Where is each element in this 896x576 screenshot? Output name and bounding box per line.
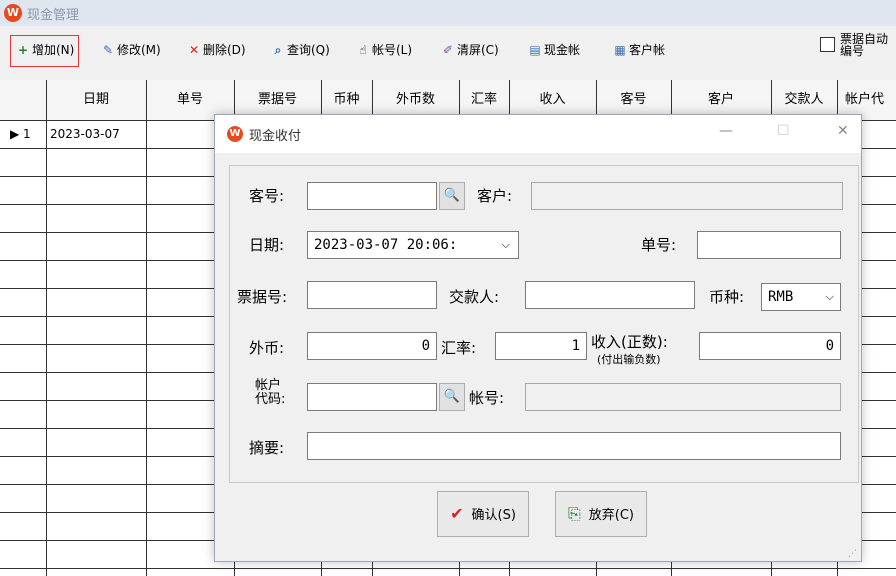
summary-label: 摘要: [249, 439, 285, 457]
foreign-input[interactable]: 0 [307, 332, 437, 360]
maximize-icon[interactable]: ☐ [777, 123, 790, 139]
clear-screen-button-label: 清屏(C) [457, 43, 499, 57]
summary-input[interactable] [307, 432, 841, 460]
edit-button[interactable]: ✎ 修改(M) [100, 35, 161, 65]
check-icon: ✔ [450, 504, 464, 523]
ledger-icon: ▤ [529, 43, 541, 57]
chevron-down-icon: ⌵ [501, 238, 510, 251]
app-title: 现金管理 [27, 8, 80, 23]
account-button[interactable]: ☝ 帐号(L) [355, 35, 412, 65]
col-header-date[interactable]: 日期 [46, 80, 147, 120]
date-picker[interactable]: 2023-03-07 20:06: ⌵ [307, 231, 519, 259]
edit-icon: ✎ [102, 43, 114, 57]
toolbar: + 增加(N) ✎ 修改(M) ✕ 删除(D) ⌕ 查询(Q) ☝ 帐号(L) ✐ 清屏(C… [0, 26, 896, 72]
customer-input[interactable] [531, 182, 843, 210]
grid-column-line [146, 120, 147, 576]
grid-icon: ▦ [614, 43, 626, 57]
customer-label: 客户: [477, 187, 513, 205]
currency-value: RMB [768, 289, 794, 305]
rate-label: 汇率: [441, 339, 477, 357]
currency-select[interactable]: RMB ⌵ [761, 283, 841, 311]
plus-icon: + [17, 43, 29, 57]
minimize-icon[interactable]: — [719, 123, 733, 139]
exit-door-icon: ⎘ [567, 504, 581, 523]
cancel-button[interactable]: ⎘ 放弃(C) [555, 491, 647, 537]
account-no-input[interactable] [525, 383, 841, 411]
row-indicator-icon: ▶ 1 [10, 127, 31, 141]
app-title-bar: W 现金管理 [0, 0, 896, 26]
currency-label: 币种: [709, 288, 745, 306]
income-input[interactable]: 0 [699, 332, 841, 360]
receipt-no-input[interactable] [307, 281, 437, 309]
delete-button-label: 删除(D) [203, 43, 246, 57]
date-value: 2023-03-07 20:06: [314, 237, 458, 253]
hand-icon: ☝ [359, 43, 367, 57]
edit-button-label: 修改(M) [117, 43, 161, 57]
clear-screen-button[interactable]: ✐ 清屏(C) [440, 35, 499, 65]
account-code-label: 帐户代码: [255, 378, 286, 407]
order-no-input[interactable] [697, 231, 841, 259]
row-date[interactable]: 2023-03-07 [50, 120, 120, 148]
cash-ledger-button[interactable]: ▤ 现金帐 [527, 35, 580, 65]
payer-input[interactable] [525, 281, 695, 309]
add-button-label: 增加(N) [32, 43, 75, 57]
receipt-no-label: 票据号: [237, 288, 288, 306]
dialog-title-bar: W 现金收付 — ☐ ✕ [215, 115, 861, 153]
app-logo-icon: W [4, 4, 22, 22]
order-no-label: 单号: [641, 236, 677, 254]
add-button[interactable]: + 增加(N) [10, 35, 80, 67]
cash-dialog: W 现金收付 — ☐ ✕ 客号: 🔍 客户: 日期: 2023-03-07 20… [214, 114, 862, 562]
income-sublabel: (付出输负数) [597, 353, 661, 366]
confirm-button-label: 确认(S) [471, 508, 516, 523]
confirm-button[interactable]: ✔ 确认(S) [437, 491, 529, 537]
auto-number-label: 票据自动编号 [840, 32, 889, 58]
delete-button[interactable]: ✕ 删除(D) [186, 35, 246, 65]
account-button-label: 帐号(L) [372, 43, 413, 57]
dialog-title: 现金收付 [249, 129, 302, 144]
account-code-input[interactable] [307, 383, 437, 411]
income-label: 收入(正数): [591, 333, 668, 351]
customer-no-input[interactable] [307, 182, 437, 210]
auto-number-checkbox[interactable] [820, 37, 835, 52]
query-button[interactable]: ⌕ 查询(Q) [270, 35, 330, 65]
binoculars-icon[interactable]: 🔍 [439, 383, 465, 411]
cancel-button-label: 放弃(C) [588, 508, 635, 523]
row-index: 1 [23, 127, 31, 141]
chevron-down-icon: ⌵ [825, 290, 834, 303]
account-no-label: 帐号: [469, 389, 505, 407]
brush-icon: ✐ [442, 43, 454, 57]
customer-ledger-button[interactable]: ▦ 客户帐 [612, 35, 665, 65]
payer-label: 交款人: [449, 288, 500, 306]
delete-icon: ✕ [188, 43, 200, 57]
date-label: 日期: [249, 236, 285, 254]
row-indicator-header [0, 80, 47, 120]
customer-no-label: 客号: [249, 187, 285, 205]
dialog-logo-icon: W [227, 126, 243, 142]
query-button-label: 查询(Q) [287, 43, 330, 57]
cash-ledger-button-label: 现金帐 [544, 43, 581, 57]
close-icon[interactable]: ✕ [837, 123, 849, 139]
binoculars-icon[interactable]: 🔍 [439, 182, 465, 210]
grid-column-line [46, 120, 47, 576]
search-icon: ⌕ [274, 43, 282, 57]
foreign-label: 外币: [249, 339, 285, 357]
grid-row-line [0, 568, 896, 569]
customer-ledger-button-label: 客户帐 [629, 43, 666, 57]
rate-input[interactable]: 1 [495, 332, 587, 360]
resize-grip-icon[interactable]: ⋰ [848, 549, 857, 559]
